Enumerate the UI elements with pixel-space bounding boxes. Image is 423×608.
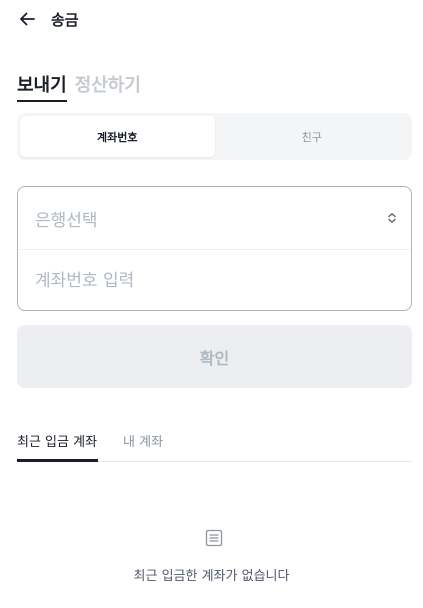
transfer-page: 송금 보내기 정산하기 계좌번호 친구 은행선택 확인 최근 입금 계좌 내 계… [0,0,423,608]
account-number-input[interactable] [35,270,398,291]
segment-account-number[interactable]: 계좌번호 [20,116,215,157]
recipient-type-segment: 계좌번호 친구 [17,113,412,160]
tab-send[interactable]: 보내기 [17,71,67,102]
arrow-left-icon[interactable] [17,9,37,29]
mode-tabs: 보내기 정산하기 [17,72,141,102]
tab-my-accounts[interactable]: 내 계좌 [123,428,163,462]
confirm-button[interactable]: 확인 [17,325,412,388]
bank-select-placeholder: 은행선택 [35,210,98,231]
chevron-updown-icon [388,213,396,223]
empty-state-text: 최근 입금한 계좌가 없습니다 [133,569,290,584]
header: 송금 [17,8,79,30]
tab-settle[interactable]: 정산하기 [75,71,141,102]
account-number-row [18,249,411,310]
recent-account-tabs: 최근 입금 계좌 내 계좌 [17,428,412,462]
page-title: 송금 [51,10,79,29]
account-form: 은행선택 [17,186,412,311]
tab-recent-deposit-accounts[interactable]: 최근 입금 계좌 [17,428,99,462]
segment-friend[interactable]: 친구 [215,116,410,157]
bank-select[interactable]: 은행선택 [18,187,411,249]
list-icon [205,529,223,547]
